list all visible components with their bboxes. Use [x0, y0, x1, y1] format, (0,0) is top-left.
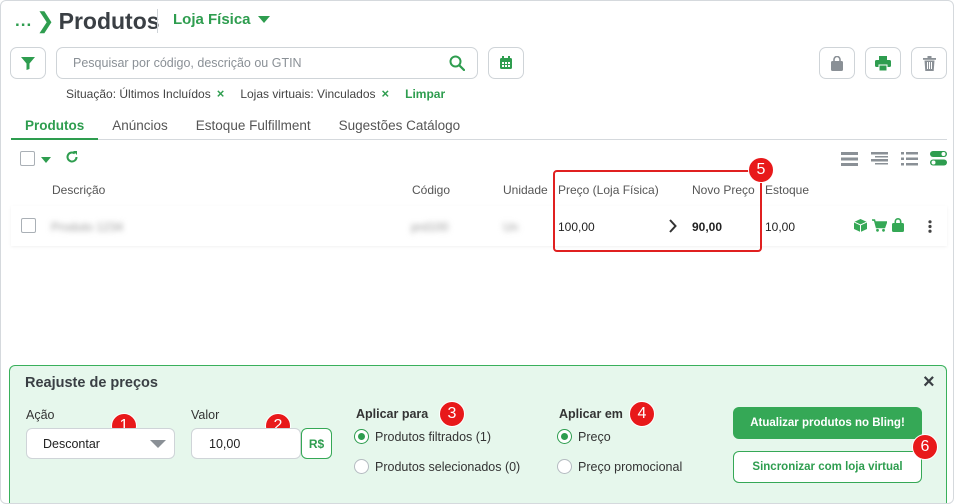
row-stock: 10,00: [765, 220, 796, 234]
breadcrumb: ... ❯ Produtos: [15, 7, 160, 35]
date-filter-button[interactable]: [488, 47, 524, 79]
caret-down-icon: [257, 16, 270, 23]
row-code: prd100: [411, 220, 449, 234]
column-header-stock[interactable]: Estoque: [765, 183, 809, 197]
box-icon[interactable]: [854, 219, 867, 232]
row-unit: Un: [503, 220, 519, 234]
radio-selected[interactable]: [354, 459, 369, 474]
bag-button[interactable]: [819, 47, 855, 79]
apply-to-selected-option[interactable]: Produtos selecionados (0): [354, 459, 520, 474]
action-select-value: Descontar: [43, 436, 100, 451]
more-vertical-icon[interactable]: [928, 220, 932, 233]
shopping-bag-icon: [831, 55, 843, 71]
view-compact-icon[interactable]: [841, 152, 858, 166]
filter-chip-label: Lojas virtuais: Vinculados: [240, 86, 376, 101]
app-window: ... ❯ Produtos Loja Física Pesquisar por…: [0, 0, 954, 504]
callout-badge-6: 6: [912, 434, 938, 460]
remove-filter-icon[interactable]: ×: [217, 86, 225, 101]
action-label: Ação: [26, 408, 55, 422]
bag-icon[interactable]: [892, 218, 904, 232]
sync-virtual-store-button[interactable]: Sincronizar com loja virtual: [733, 451, 922, 483]
panel-title: Reajuste de preços: [25, 375, 158, 391]
apply-in-price-option[interactable]: Preço: [557, 429, 611, 444]
view-list-icon[interactable]: [901, 152, 918, 166]
remove-filter-icon[interactable]: ×: [382, 86, 390, 101]
trash-icon: [922, 55, 936, 71]
apply-to-selected-label: Produtos selecionados (0): [375, 459, 521, 474]
radio-price[interactable]: [557, 429, 572, 444]
search-icon[interactable]: [449, 55, 465, 71]
header-divider: [157, 9, 158, 33]
filter-chip-label: Situação: Últimos Incluídos: [66, 86, 211, 101]
cart-icon[interactable]: [872, 219, 887, 232]
calendar-icon: [500, 56, 512, 69]
value-input[interactable]: 10,00: [191, 428, 301, 459]
print-button[interactable]: [865, 47, 901, 79]
chevron-right-icon: ❯: [36, 8, 55, 33]
toggle-columns-icon[interactable]: [930, 151, 947, 166]
close-icon[interactable]: ×: [923, 372, 935, 392]
refresh-icon[interactable]: [65, 150, 79, 164]
apply-in-price-label: Preço: [578, 429, 611, 444]
clear-filters-link[interactable]: Limpar: [405, 87, 445, 101]
row-description[interactable]: Produto 1234: [51, 220, 123, 234]
value-label: Valor: [191, 408, 220, 422]
tab-estoque-fulfillment[interactable]: Estoque Fulfillment: [182, 111, 325, 140]
callout-badge-4: 4: [629, 401, 655, 427]
tab-produtos[interactable]: Produtos: [11, 111, 99, 140]
caret-down-icon: [150, 439, 166, 448]
active-filters: Situação: Últimos Incluídos × Lojas virt…: [66, 86, 445, 101]
radio-filtered[interactable]: [354, 429, 369, 444]
apply-in-promo-option[interactable]: Preço promocional: [557, 459, 682, 474]
column-header-code[interactable]: Código: [412, 183, 450, 197]
store-selector-label: Loja Física: [173, 11, 251, 28]
column-header-unit[interactable]: Unidade: [503, 183, 548, 197]
radio-promo-price[interactable]: [557, 459, 572, 474]
column-header-description[interactable]: Descrição: [52, 183, 105, 197]
filter-icon: [21, 56, 35, 70]
store-selector[interactable]: Loja Física: [173, 11, 270, 28]
tab-sugestoes-catalogo[interactable]: Sugestões Catálogo: [325, 111, 475, 140]
view-detailed-icon[interactable]: [871, 152, 888, 166]
price-highlight-box: [553, 170, 762, 252]
apply-to-label: Aplicar para: [356, 407, 429, 421]
tab-anuncios[interactable]: Anúncios: [98, 111, 182, 140]
breadcrumb-more[interactable]: ...: [15, 11, 32, 31]
currency-toggle-button[interactable]: R$: [301, 428, 332, 459]
action-select[interactable]: Descontar: [26, 428, 175, 459]
apply-in-label: Aplicar em: [559, 407, 623, 421]
delete-button[interactable]: [911, 47, 947, 79]
select-all-checkbox[interactable]: [20, 151, 35, 166]
select-menu-caret-icon[interactable]: [41, 157, 51, 163]
update-products-button[interactable]: Atualizar produtos no Bling!: [733, 407, 922, 439]
callout-badge-3: 3: [439, 401, 465, 427]
tab-bar: Produtos Anúncios Estoque Fulfillment Su…: [11, 111, 947, 140]
apply-in-promo-label: Preço promocional: [578, 459, 683, 474]
callout-badge-5: 5: [748, 157, 774, 183]
value-input-text: 10,00: [209, 436, 241, 451]
table-row[interactable]: Produto 1234 prd100 Un 100,00 90,00 10,0…: [11, 206, 947, 246]
filter-button[interactable]: [10, 47, 46, 79]
page-title: Produtos: [58, 7, 160, 34]
apply-to-filtered-label: Produtos filtrados (1): [375, 429, 492, 444]
printer-icon: [875, 55, 891, 71]
search-input[interactable]: Pesquisar por código, descrição ou GTIN: [73, 56, 302, 70]
apply-to-filtered-option[interactable]: Produtos filtrados (1): [354, 429, 491, 444]
row-checkbox[interactable]: [21, 218, 36, 233]
search-box[interactable]: Pesquisar por código, descrição ou GTIN: [56, 47, 478, 79]
